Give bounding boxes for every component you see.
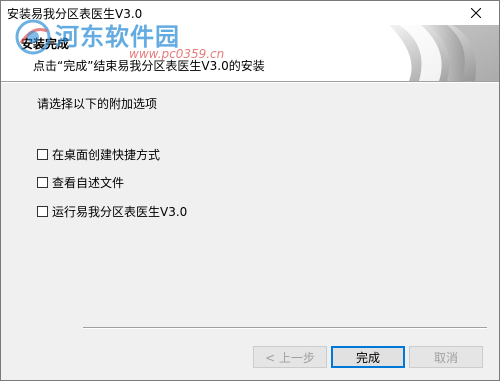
header-title: 安装完成 — [21, 37, 70, 51]
checkbox-run-app[interactable] — [37, 205, 48, 217]
checkbox-view-readme[interactable] — [37, 176, 48, 188]
option-label: 运行易我分区表医生V3.0 — [52, 204, 188, 219]
option-desktop-shortcut[interactable]: 在桌面创建快捷方式 — [37, 146, 160, 162]
title-bar[interactable]: 安装易我分区表医生V3.0 — [1, 1, 499, 25]
option-label: 查看自述文件 — [52, 175, 125, 190]
option-run-app[interactable]: 运行易我分区表医生V3.0 — [37, 203, 187, 219]
installer-window: 安装易我分区表医生V3.0 安装完成 点击“完成”结束易我分区表医生V3.0的安… — [0, 0, 500, 381]
close-button[interactable] — [454, 1, 499, 25]
wizard-banner-image — [389, 25, 499, 81]
header-subtitle: 点击“完成”结束易我分区表医生V3.0的安装 — [33, 59, 265, 73]
back-button[interactable]: < 上一步 — [253, 346, 327, 368]
header-band: 安装完成 点击“完成”结束易我分区表医生V3.0的安装 — [1, 25, 499, 81]
checkbox-desktop-shortcut[interactable] — [37, 148, 48, 160]
cancel-button[interactable]: 取消 — [409, 346, 483, 368]
finish-button[interactable]: 完成 — [331, 346, 405, 368]
option-view-readme[interactable]: 查看自述文件 — [37, 174, 124, 190]
window-title: 安装易我分区表医生V3.0 — [7, 7, 143, 21]
option-label: 在桌面创建快捷方式 — [52, 147, 161, 162]
header-divider — [1, 81, 499, 83]
footer-divider — [83, 327, 487, 329]
options-prompt: 请选择以下的附加选项 — [37, 97, 158, 111]
close-icon — [471, 8, 481, 18]
